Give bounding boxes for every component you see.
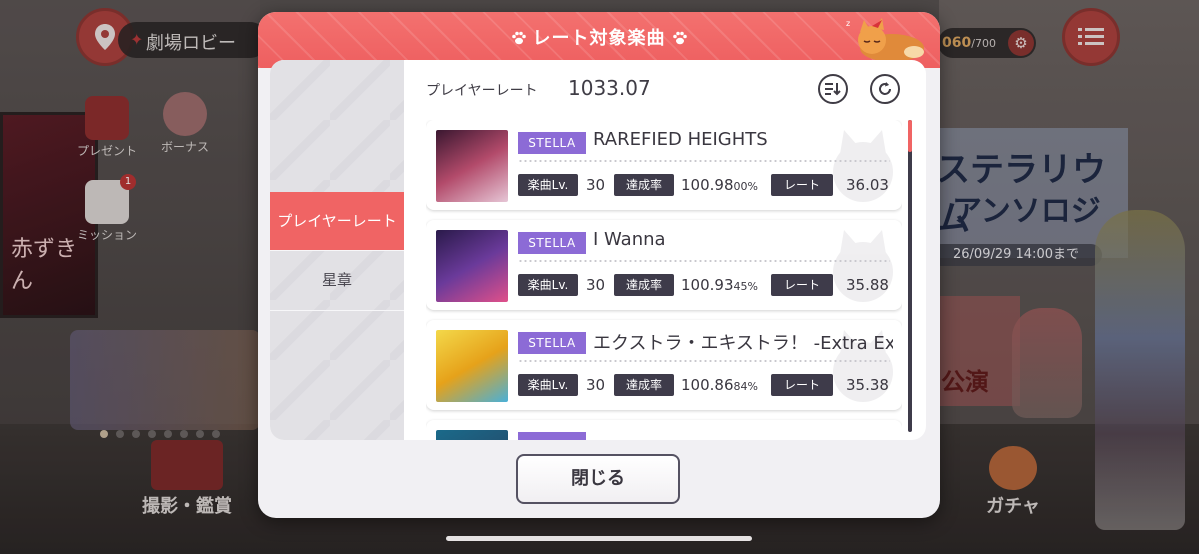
achievement-rate: 100.8684% <box>681 374 758 398</box>
tab-divider <box>270 310 404 311</box>
close-button[interactable]: 閉じる <box>516 454 680 504</box>
achievement-main: 100.98 <box>681 176 734 194</box>
difficulty-badge: STELLA <box>518 332 586 354</box>
song-rate: 35.88 <box>846 276 889 294</box>
refresh-button[interactable] <box>870 74 900 104</box>
song-row[interactable] <box>426 420 902 440</box>
achievement-label: 達成率 <box>614 374 674 396</box>
sleeping-cat-icon: z <box>846 18 924 62</box>
rate-label: レート <box>771 174 833 196</box>
level-label: 楽曲Lv. <box>518 374 578 396</box>
tab-player-rate[interactable]: プレイヤーレート <box>270 192 404 250</box>
paw-icon <box>672 31 687 45</box>
song-title: エクストラ・エキストラ！ -Extra Extra- <box>593 333 893 354</box>
song-jacket <box>436 330 508 402</box>
song-rate: 36.03 <box>846 176 889 194</box>
category-sidebar: プレイヤーレート 星章 <box>270 60 404 440</box>
achievement-label: 達成率 <box>614 274 674 296</box>
level-label: 楽曲Lv. <box>518 174 578 196</box>
song-jacket <box>436 130 508 202</box>
achievement-sub: 45% <box>733 280 758 293</box>
song-jacket <box>436 430 508 440</box>
song-list-scrollbar[interactable] <box>908 120 912 432</box>
sort-button[interactable] <box>818 74 848 104</box>
player-rate-label: プレイヤーレート <box>426 83 538 99</box>
song-list[interactable]: STELLA RAREFIED HEIGHTS 楽曲Lv. 30 達成率 100… <box>426 120 902 440</box>
song-row[interactable]: STELLA I Wanna 楽曲Lv. 30 達成率 100.9345% レー… <box>426 220 902 310</box>
achievement-sub: 00% <box>733 180 758 193</box>
difficulty-badge <box>518 432 586 440</box>
level-label: 楽曲Lv. <box>518 274 578 296</box>
achievement-label: 達成率 <box>614 174 674 196</box>
modal-title-row: レート対象楽曲 <box>258 24 940 50</box>
home-indicator[interactable] <box>446 536 752 541</box>
song-title: RAREFIED HEIGHTS <box>593 129 768 150</box>
scrollbar-thumb[interactable] <box>908 120 912 152</box>
song-rate: 35.38 <box>846 376 889 394</box>
achievement-rate: 100.9800% <box>681 174 758 198</box>
dotted-divider <box>518 260 890 262</box>
player-rate-value: 1033.07 <box>568 76 651 100</box>
song-level: 30 <box>586 276 606 294</box>
achievement-sub: 84% <box>733 380 758 393</box>
song-row[interactable]: STELLA RAREFIED HEIGHTS 楽曲Lv. 30 達成率 100… <box>426 120 902 210</box>
song-title: I Wanna <box>593 229 666 250</box>
sort-icon <box>825 83 841 96</box>
song-level: 30 <box>586 376 606 394</box>
dotted-divider <box>518 160 890 162</box>
modal-title: レート対象楽曲 <box>532 28 666 49</box>
song-jacket <box>436 230 508 302</box>
achievement-main: 100.86 <box>681 376 734 394</box>
achievement-main: 100.93 <box>681 276 734 294</box>
rate-label: レート <box>771 274 833 296</box>
tab-star-badge[interactable]: 星章 <box>270 251 404 309</box>
song-level: 30 <box>586 176 606 194</box>
song-row[interactable]: STELLA エクストラ・エキストラ！ -Extra Extra- 楽曲Lv. … <box>426 320 902 410</box>
content-panel: プレイヤーレート 星章 プレイヤーレート 1033.07 STELLA RARE… <box>270 60 926 440</box>
rate-label: レート <box>771 374 833 396</box>
dotted-divider <box>518 360 890 362</box>
difficulty-badge: STELLA <box>518 232 586 254</box>
refresh-icon <box>879 82 891 95</box>
achievement-rate: 100.9345% <box>681 274 758 298</box>
svg-text:z: z <box>846 19 850 28</box>
difficulty-badge: STELLA <box>518 132 586 154</box>
paw-icon <box>511 31 526 45</box>
rate-songs-modal: レート対象楽曲 z プレイヤーレート 星章 プレイヤーレート 1033.07 S… <box>258 12 940 518</box>
